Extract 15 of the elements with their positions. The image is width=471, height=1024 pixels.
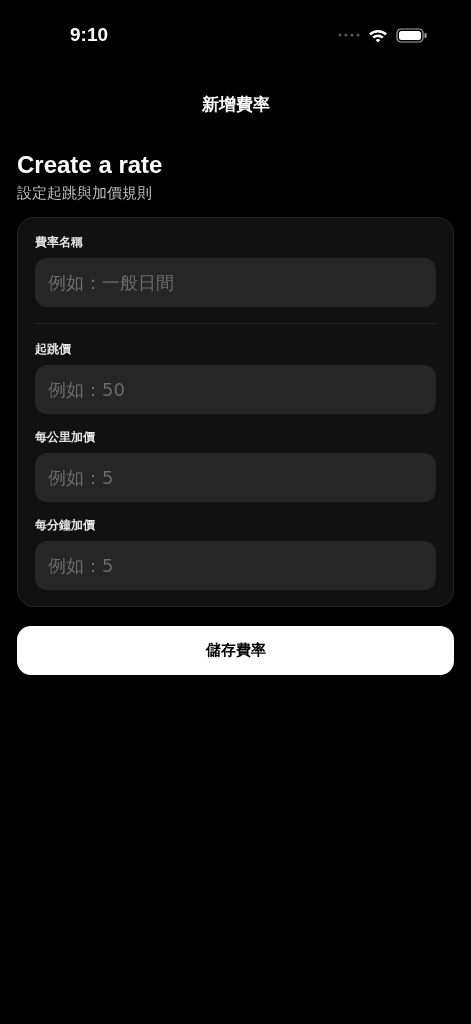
page-heading: Create a rate [17,150,164,180]
screen-title: 新增費率 [201,93,270,116]
field-label: 費率名稱 [35,233,84,250]
page-subtitle: 設定起跳與加價規則 [17,183,153,204]
field-label: 每分鐘加價 [35,516,96,533]
status-time: 9:10 [70,22,109,47]
input-field[interactable]: 例如：5 [35,452,436,502]
field-label: 起跳價 [35,340,72,357]
field-label: 每公里加價 [35,428,96,445]
input-field[interactable]: 例如：50 [35,364,436,414]
battery-icon [396,27,427,43]
signal-icon [338,33,360,37]
wifi-icon [368,27,388,43]
input-field[interactable]: 例如：5 [35,540,436,590]
save-button[interactable]: 儲存費率 [17,625,454,675]
